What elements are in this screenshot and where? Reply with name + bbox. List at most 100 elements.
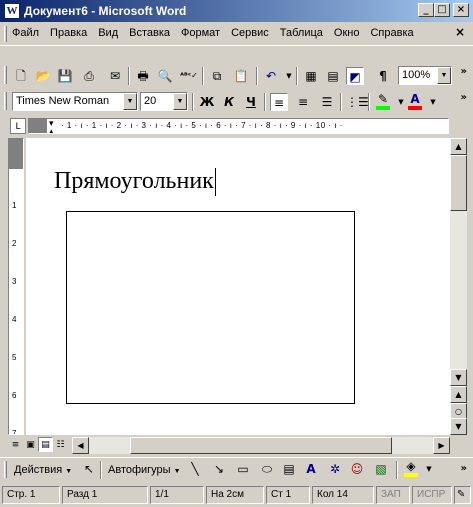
word-app-icon[interactable]: W — [4, 3, 20, 19]
menu-bar: Файл Правка Вид Вставка Формат Сервис Таблица О… — [0, 22, 473, 46]
insert-excel-icon[interactable]: ▤ — [324, 67, 342, 85]
underline-button[interactable]: Ч — [242, 93, 260, 111]
new-document-icon[interactable]: 🗋 — [12, 67, 30, 85]
toolbar-options-icon[interactable]: » — [461, 66, 467, 77]
clipart-icon[interactable]: ☺ — [348, 460, 366, 478]
status-track-changes[interactable]: ИСПР — [412, 486, 452, 504]
toolbar-grip[interactable] — [4, 461, 7, 478]
fill-color-icon[interactable]: ◈ — [402, 460, 420, 478]
menu-item-4[interactable]: Формат — [181, 27, 220, 39]
menu-item-8[interactable]: Справка — [370, 27, 413, 39]
horizontal-scroll-thumb[interactable] — [130, 437, 392, 454]
menu-item-1[interactable]: Правка — [50, 27, 87, 39]
font-name: Times New Roman — [16, 95, 110, 107]
scroll-down-icon[interactable]: ▼ — [450, 369, 467, 386]
menu-item-5[interactable]: Сервис — [231, 27, 269, 39]
bold-button[interactable]: Ж — [198, 93, 216, 111]
align-center-icon[interactable]: ≡ — [294, 93, 312, 111]
font-size-select[interactable]: 20 ▼ — [140, 92, 188, 111]
document-page[interactable]: Прямоугольник — [26, 138, 450, 435]
menu-item-3[interactable]: Вставка — [129, 27, 170, 39]
rectangle-shape[interactable] — [66, 211, 355, 404]
insert-picture-icon[interactable]: ▧ — [372, 460, 390, 478]
align-left-icon[interactable]: ≡ — [270, 93, 288, 111]
spelling-icon[interactable]: ᴬᴮᶜ✓ — [180, 67, 198, 85]
zoom-select[interactable]: 100% ▼ — [398, 66, 452, 85]
toolbar-grip[interactable] — [4, 66, 7, 84]
highlight-icon[interactable]: ✎ — [374, 93, 392, 111]
vertical-scroll-thumb[interactable] — [450, 155, 467, 211]
open-folder-icon[interactable]: 📂 — [34, 67, 52, 85]
web-view-icon[interactable]: ▣ — [23, 438, 38, 453]
fill-color-dropdown-icon[interactable]: ▼ — [420, 460, 438, 478]
status-column: Кол 14 — [312, 486, 374, 504]
print-icon[interactable]: 🖶 — [134, 67, 152, 85]
chevron-down-icon[interactable]: ▼ — [123, 93, 137, 110]
select-objects-icon[interactable]: ↖ — [80, 460, 98, 478]
horizontal-scrollbar[interactable]: ◀ ▶ — [72, 437, 450, 454]
minimize-button[interactable]: _ — [418, 3, 434, 17]
diagram-icon[interactable]: ✲ — [326, 460, 344, 478]
outline-view-icon[interactable]: ☷ — [53, 438, 68, 453]
normal-view-icon[interactable]: ≡ — [8, 438, 23, 453]
rectangle-tool-icon[interactable]: ▭ — [234, 460, 252, 478]
horizontal-ruler[interactable]: ▾ ▴ · 1 · ı · 1 · ı · 2 · ı · 3 · ı · 4 ·… — [28, 118, 449, 134]
arrow-icon[interactable]: ↘ — [210, 460, 228, 478]
vertical-ruler-number: 6 — [12, 391, 17, 400]
vertical-ruler[interactable]: 1 2 3 4 5 6 7 — [8, 138, 24, 435]
justify-icon[interactable]: ☰ — [318, 93, 336, 111]
wordart-icon[interactable]: A — [302, 460, 320, 478]
menu-item-0[interactable]: Файл — [12, 27, 39, 39]
title-bar: W Документ6 - Microsoft Word _ □ × — [0, 0, 473, 22]
status-record-macro[interactable]: ЗАП — [376, 486, 410, 504]
italic-button[interactable]: К — [220, 93, 238, 111]
text-box-icon[interactable]: ▤ — [280, 460, 298, 478]
save-icon[interactable]: 💾 — [56, 67, 74, 85]
font-color-icon[interactable]: A — [406, 93, 424, 111]
email-icon[interactable]: ✉ — [106, 67, 124, 85]
show-formatting-icon[interactable]: ¶ — [374, 67, 392, 85]
draw-actions-menu[interactable]: Действия ▼ — [14, 464, 72, 476]
menu-item-6[interactable]: Таблица — [280, 27, 323, 39]
drawing-toggle-icon[interactable]: ◩ — [346, 67, 364, 85]
paste-icon[interactable]: 📋 — [232, 67, 250, 85]
line-icon[interactable]: ╲ — [186, 460, 204, 478]
permission-icon[interactable]: ⎙ — [80, 67, 98, 85]
font-select[interactable]: Times New Roman ▼ — [12, 92, 138, 111]
copy-icon[interactable]: ⧉ — [208, 67, 226, 85]
undo-icon[interactable]: ↶ — [262, 67, 280, 85]
status-page-count: 1/1 — [150, 486, 204, 504]
autoshapes-menu[interactable]: Автофигуры ▼ — [108, 464, 181, 476]
tab-selector-icon[interactable]: L — [10, 118, 26, 134]
print-layout-view-icon[interactable]: ▤ — [38, 437, 53, 452]
insert-table-icon[interactable]: ▦ — [302, 67, 320, 85]
vertical-ruler-number: 5 — [12, 353, 17, 362]
chevron-down-icon[interactable]: ▼ — [173, 93, 187, 110]
font-color-dropdown-icon[interactable]: ▼ — [424, 93, 442, 111]
chevron-down-icon[interactable]: ▼ — [437, 67, 451, 84]
scroll-right-icon[interactable]: ▶ — [433, 437, 450, 454]
vertical-scrollbar[interactable]: ▲ ▼ ▲ ○ ▼ — [450, 138, 467, 435]
scroll-left-icon[interactable]: ◀ — [72, 437, 89, 454]
previous-page-icon[interactable]: ▲ — [450, 386, 467, 403]
menu-grip[interactable] — [4, 26, 7, 42]
close-button[interactable]: × — [453, 3, 469, 17]
oval-tool-icon[interactable]: ⬭ — [258, 460, 276, 478]
menu-item-7[interactable]: Окно — [334, 27, 360, 39]
numbered-list-icon[interactable]: ⋮☰ — [346, 93, 369, 111]
vertical-ruler-number: 7 — [12, 429, 17, 435]
document-text[interactable]: Прямоугольник — [54, 168, 216, 197]
close-document-button[interactable]: × — [455, 25, 465, 39]
next-page-icon[interactable]: ▼ — [450, 418, 467, 435]
menu-item-2[interactable]: Вид — [98, 27, 118, 39]
window-title: Документ6 - Microsoft Word — [24, 4, 187, 18]
toolbar-options-icon[interactable]: » — [461, 92, 467, 103]
scroll-up-icon[interactable]: ▲ — [450, 138, 467, 155]
spelling-status-icon[interactable]: ✎ — [454, 486, 471, 504]
print-preview-icon[interactable]: 🔍 — [156, 67, 174, 85]
indent-marker-icon[interactable]: ▾ ▴ — [49, 119, 54, 133]
font-size: 20 — [144, 95, 157, 107]
toolbar-options-icon[interactable]: » — [461, 463, 467, 474]
toolbar-grip[interactable] — [4, 92, 7, 110]
maximize-button[interactable]: □ — [434, 3, 450, 17]
